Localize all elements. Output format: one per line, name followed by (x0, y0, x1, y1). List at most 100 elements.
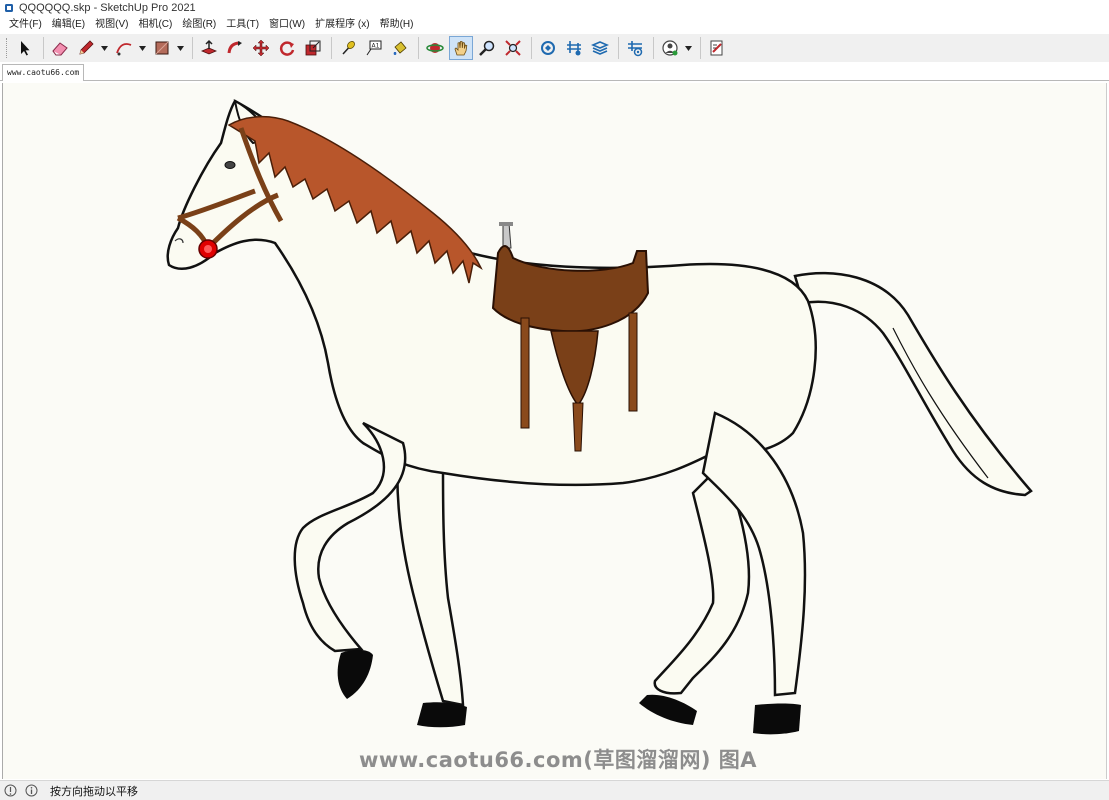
text-tool-button[interactable]: A1 (362, 36, 386, 60)
zoom-extents-icon (505, 40, 521, 56)
line-tool-button[interactable] (74, 36, 98, 60)
arc-icon (116, 43, 132, 56)
tape-measure-tool-button[interactable] (336, 36, 360, 60)
menu-window[interactable]: 窗口(W) (264, 16, 310, 34)
layout-button[interactable] (588, 36, 612, 60)
horse-eye (224, 161, 236, 169)
extension-manager-icon (628, 41, 643, 57)
toolbar-separator (531, 37, 532, 59)
scale-icon (305, 40, 321, 56)
pan-tool-button[interactable] (449, 36, 473, 60)
menu-file[interactable]: 文件(F) (4, 16, 47, 34)
horse-model[interactable] (3, 83, 1107, 779)
profile-dropdown[interactable] (684, 36, 692, 60)
3d-warehouse-button[interactable] (536, 36, 560, 60)
orbit-tool-button[interactable] (423, 36, 447, 60)
saddle-seat (491, 245, 650, 333)
toolbar-separator (653, 37, 654, 59)
move-tool-button[interactable] (249, 36, 273, 60)
horse-hoof (639, 694, 697, 725)
profile-icon (662, 40, 678, 56)
watermark-text: www.caotu66.com(草图溜溜网) 图A (358, 748, 758, 772)
license-icon (710, 40, 723, 56)
pan-hand-icon (454, 41, 468, 56)
drawing-viewport[interactable]: www.caotu66.com(草图溜溜网) 图A (2, 83, 1107, 779)
push-pull-icon (200, 39, 218, 55)
scale-tool-button[interactable] (301, 36, 325, 60)
toolbar-separator (331, 37, 332, 59)
horse-hoof (417, 702, 467, 728)
menu-camera[interactable]: 相机(C) (133, 16, 177, 34)
geo-location-icon[interactable] (4, 784, 17, 797)
main-toolbar: A1 (0, 34, 1109, 62)
menu-tools[interactable]: 工具(T) (221, 16, 264, 34)
chevron-down-icon (684, 45, 692, 51)
chevron-down-icon (100, 45, 108, 51)
toolbar-grip[interactable] (6, 38, 9, 58)
window-title: QQQQQQ.skp - SketchUp Pro 2021 (19, 2, 196, 14)
3d-warehouse-icon (541, 41, 555, 55)
menu-draw[interactable]: 绘图(R) (177, 16, 221, 34)
menu-extensions[interactable]: 扩展程序 (x) (310, 16, 374, 34)
menu-bar: 文件(F) 编辑(E) 视图(V) 相机(C) 绘图(R) 工具(T) 窗口(W… (0, 16, 1109, 34)
rectangle-icon (155, 41, 169, 55)
select-tool-button[interactable] (13, 36, 37, 60)
profile-button[interactable] (658, 36, 682, 60)
eraser-icon (52, 42, 68, 56)
sketchup-app-icon (5, 4, 13, 12)
arc-tool-button[interactable] (112, 36, 136, 60)
follow-me-tool-button[interactable] (223, 36, 247, 60)
saddle-stirrup (572, 402, 584, 452)
rotate-icon (279, 41, 295, 56)
scene-tab[interactable]: www.caotu66.com (2, 64, 85, 81)
pencil-line-icon (79, 40, 94, 55)
push-pull-tool-button[interactable] (197, 36, 221, 60)
chevron-down-icon (138, 45, 146, 51)
title-bar: QQQQQQ.skp - SketchUp Pro 2021 (0, 0, 1109, 16)
rotate-tool-button[interactable] (275, 36, 299, 60)
zoom-extents-tool-button[interactable] (501, 36, 525, 60)
toolbar-separator (618, 37, 619, 59)
paint-bucket-icon (393, 41, 407, 55)
orbit-icon (426, 43, 444, 53)
zoom-icon (479, 40, 495, 56)
horse-leg-far-front (396, 451, 465, 707)
horse-tail (793, 271, 1033, 497)
saddle-strap-rear (628, 312, 638, 412)
menu-edit[interactable]: 编辑(E) (47, 16, 90, 34)
paint-bucket-tool-button[interactable] (388, 36, 412, 60)
license-button[interactable] (705, 36, 729, 60)
toolbar-separator (700, 37, 701, 59)
menu-help[interactable]: 帮助(H) (375, 16, 419, 34)
line-tool-dropdown[interactable] (100, 36, 108, 60)
svg-text:A1: A1 (372, 43, 380, 50)
chevron-down-icon (176, 45, 184, 51)
status-bar: 按方向拖动以平移 (0, 780, 1109, 800)
rectangle-tool-button[interactable] (150, 36, 174, 60)
follow-me-icon (227, 41, 242, 54)
zoom-tool-button[interactable] (475, 36, 499, 60)
layout-icon (591, 41, 609, 55)
status-hint: 按方向拖动以平移 (50, 785, 138, 798)
extension-manager-button[interactable] (623, 36, 647, 60)
select-arrow-icon (21, 41, 30, 56)
arc-tool-dropdown[interactable] (138, 36, 146, 60)
horse-hoof (337, 649, 373, 699)
tape-measure-icon (342, 41, 355, 55)
saddle-pommel-post (502, 222, 512, 249)
move-icon (252, 39, 270, 57)
rectangle-tool-dropdown[interactable] (176, 36, 184, 60)
saddle-strap-front (520, 317, 530, 429)
text-label-icon: A1 (366, 40, 382, 56)
info-icon[interactable] (25, 784, 38, 797)
scene-tab-bar: www.caotu66.com (0, 62, 1109, 81)
horse-leg-near-front (293, 421, 407, 653)
toolbar-separator (418, 37, 419, 59)
toolbar-separator (43, 37, 44, 59)
extension-warehouse-button[interactable] (562, 36, 586, 60)
extension-warehouse-icon (567, 41, 581, 56)
toolbar-separator (192, 37, 193, 59)
horse-hoof (753, 703, 801, 735)
eraser-tool-button[interactable] (48, 36, 72, 60)
menu-view[interactable]: 视图(V) (90, 16, 133, 34)
